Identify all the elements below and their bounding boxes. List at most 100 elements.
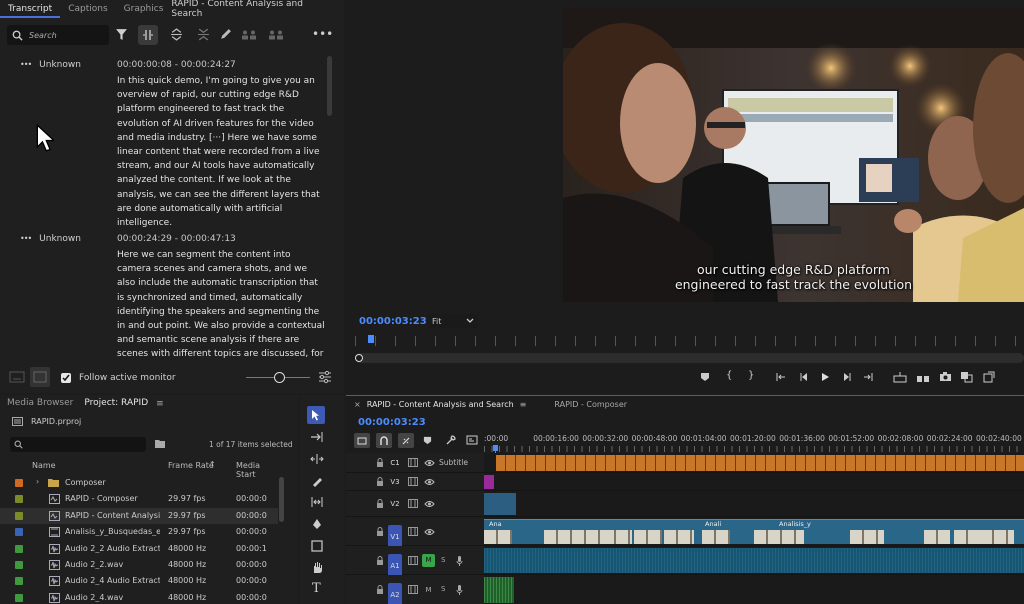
zoom-slider-handle[interactable] <box>274 372 285 383</box>
tab-sequence-composer[interactable]: RAPID - Composer <box>554 400 627 409</box>
lock-icon[interactable] <box>376 499 384 508</box>
search-box[interactable]: Search <box>7 25 109 45</box>
speaker-row[interactable]: ••• Unknown <box>20 234 81 244</box>
tab-media-browser[interactable]: Media Browser <box>0 395 80 412</box>
marker-icon[interactable] <box>700 372 710 382</box>
pen-tool-icon[interactable] <box>311 518 323 530</box>
track-target-badge[interactable]: C1 <box>388 456 402 469</box>
label-color-swatch[interactable] <box>15 561 23 569</box>
track-target-badge[interactable]: A1 <box>388 553 402 578</box>
add-marker-icon[interactable] <box>423 436 432 445</box>
tab-sequence-content-analysis[interactable]: RAPID - Content Analysis and Search <box>367 400 514 409</box>
more-options-icon[interactable]: ••• <box>312 27 333 41</box>
track-lane[interactable] <box>484 473 1024 491</box>
slip-tool-icon[interactable] <box>310 496 324 508</box>
eye-icon[interactable] <box>424 500 435 508</box>
project-search-input[interactable] <box>10 437 146 452</box>
lock-icon[interactable] <box>376 477 384 486</box>
monitor-timecode[interactable]: 00:00:03:23 <box>359 316 427 327</box>
split-segment-icon[interactable] <box>138 25 158 45</box>
tab-graphics[interactable]: Graphics <box>116 0 172 18</box>
hand-tool-icon[interactable] <box>311 561 323 574</box>
film-icon[interactable] <box>408 458 418 467</box>
microphone-icon[interactable] <box>456 555 463 566</box>
speaker-row[interactable]: ••• Unknown <box>20 60 81 70</box>
project-row[interactable]: RAPID - Content Analysis an 29.97 fps 00… <box>0 507 278 524</box>
speaker-icon-b[interactable] <box>268 28 284 41</box>
audio-clip-strip[interactable] <box>484 548 1024 573</box>
track-target-badge[interactable]: A2 <box>388 583 402 604</box>
sort-arrow-icon[interactable]: ↑ <box>209 460 216 469</box>
track-target-badge[interactable]: V1 <box>388 524 402 549</box>
transcript-scrollbar[interactable] <box>327 56 332 116</box>
snap-icon[interactable] <box>376 433 392 448</box>
monitor-scrub-bar[interactable] <box>355 353 1024 363</box>
audio-clip-strip[interactable] <box>484 577 514 603</box>
caption-icon[interactable] <box>9 370 25 384</box>
close-icon[interactable]: × <box>354 400 361 409</box>
panel-menu-icon[interactable]: ≡ <box>156 399 164 409</box>
label-color-swatch[interactable] <box>15 528 23 537</box>
track-select-tool-icon[interactable] <box>310 431 324 443</box>
track-target-badge[interactable]: V3 <box>388 475 402 488</box>
tab-project[interactable]: Project: RAPID <box>80 395 152 412</box>
lock-icon[interactable] <box>376 458 384 467</box>
play-icon[interactable] <box>820 372 830 382</box>
compare-icon[interactable] <box>960 371 973 383</box>
mark-in-icon[interactable]: { <box>726 370 732 381</box>
nest-icon[interactable] <box>354 433 370 448</box>
solo-button[interactable]: S <box>441 556 445 564</box>
label-color-swatch[interactable] <box>15 511 23 520</box>
ripple-edit-tool-icon[interactable] <box>310 453 324 465</box>
timeline-clip[interactable] <box>484 475 494 489</box>
export-frame-icon[interactable] <box>983 371 995 383</box>
linked-selection-icon[interactable] <box>398 433 414 448</box>
project-scrollbar[interactable] <box>279 477 284 522</box>
track-target-badge[interactable]: V2 <box>388 497 402 510</box>
project-row[interactable]: RAPID - Composer 29.97 fps 00:00:0 <box>0 491 278 507</box>
captions-icon[interactable] <box>466 435 478 445</box>
segment-text[interactable]: Here we can segment the content into cam… <box>117 248 325 362</box>
split-icon[interactable] <box>197 28 210 41</box>
monitor-ruler[interactable] <box>355 336 1024 346</box>
film-icon[interactable] <box>408 526 418 536</box>
film-icon[interactable] <box>408 477 418 486</box>
subtitle-clip-strip[interactable] <box>496 455 1024 471</box>
eye-icon[interactable] <box>424 478 435 486</box>
razor-tool-icon[interactable] <box>311 475 323 487</box>
search-input[interactable]: Search <box>29 31 57 40</box>
lock-icon[interactable] <box>376 526 384 536</box>
solo-button[interactable]: S <box>441 585 445 593</box>
step-forward-icon[interactable] <box>842 372 852 382</box>
label-color-swatch[interactable] <box>15 544 23 553</box>
go-to-out-icon[interactable] <box>863 372 873 382</box>
lock-icon[interactable] <box>376 555 384 565</box>
tab-captions[interactable]: Captions <box>60 0 115 18</box>
extract-icon[interactable] <box>916 371 930 383</box>
monitor-playhead[interactable] <box>368 335 374 343</box>
tab-transcript[interactable]: Transcript <box>0 0 61 18</box>
project-row[interactable]: Analisis_y_Busquedas_en_c 29.97 fps 00:0… <box>0 524 278 540</box>
pencil-icon[interactable] <box>219 28 232 41</box>
label-color-swatch[interactable] <box>15 495 23 504</box>
column-frame-rate[interactable]: Frame Rate <box>168 461 214 470</box>
track-lane[interactable] <box>484 575 1024 604</box>
go-to-in-icon[interactable] <box>776 372 786 382</box>
project-row[interactable]: › Composer <box>0 475 278 491</box>
camera-icon[interactable] <box>939 371 952 382</box>
eye-icon[interactable] <box>424 528 435 536</box>
segment-text[interactable]: In this quick demo, I'm going to give yo… <box>117 74 325 230</box>
scrub-handle[interactable] <box>355 354 363 362</box>
disclosure-triangle-icon[interactable]: › <box>36 477 39 486</box>
label-color-swatch[interactable] <box>15 593 23 602</box>
follow-checkbox[interactable] <box>61 373 71 383</box>
bin-icon[interactable] <box>155 439 165 448</box>
sync-icon[interactable] <box>30 367 50 387</box>
project-row[interactable]: Audio 2_2.wav 48000 Hz 00:00:0 <box>0 557 278 573</box>
lift-icon[interactable] <box>893 371 907 383</box>
type-tool-icon[interactable]: T <box>312 581 321 596</box>
rectangle-tool-icon[interactable] <box>311 540 323 552</box>
merge-segments-icon[interactable] <box>170 28 183 41</box>
wrench-icon[interactable] <box>445 435 456 446</box>
eye-icon[interactable] <box>424 459 435 467</box>
